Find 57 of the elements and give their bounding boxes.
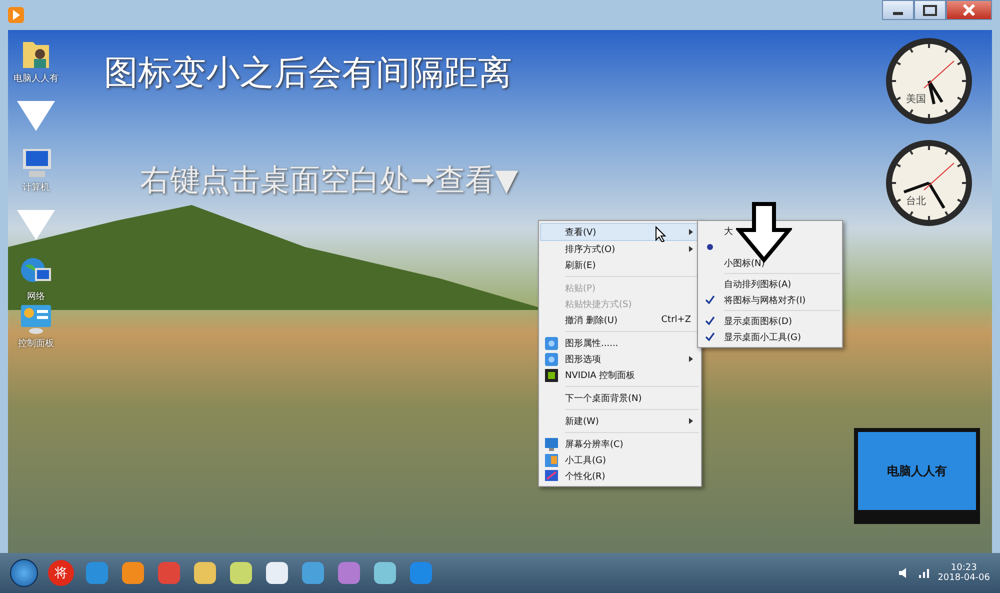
- desktop-icon-label[interactable]: 电脑人人有: [14, 72, 58, 85]
- app-icon[interactable]: [372, 560, 398, 586]
- submenu-item[interactable]: 自动排列图标(A): [700, 276, 840, 292]
- close-icon: [962, 4, 976, 16]
- menu-item[interactable]: 刷新(E): [541, 257, 699, 273]
- mouse-cursor-icon: [655, 226, 666, 242]
- graphics-icon: [544, 352, 558, 366]
- clock-city-label: 美国: [906, 92, 926, 106]
- clock-city-label: 台北: [906, 194, 926, 208]
- personalize-icon: [544, 470, 558, 482]
- submenu-arrow-icon: [689, 229, 693, 235]
- submenu-arrow-icon: [689, 418, 693, 424]
- submenu-item[interactable]: 将图标与网格对齐(I): [700, 292, 840, 308]
- check-icon: [705, 295, 715, 305]
- app-icon[interactable]: [264, 560, 290, 586]
- taskbar-app-button[interactable]: 将: [48, 560, 74, 586]
- caption-text: 图标变小之后会有间隔距离: [104, 52, 512, 95]
- radio-dot-icon: [707, 244, 713, 250]
- down-triangle-icon: [17, 101, 55, 131]
- submenu-arrow-icon: [689, 246, 693, 252]
- app-icon[interactable]: [120, 560, 146, 586]
- app-icon[interactable]: [192, 560, 218, 586]
- clock-date[interactable]: 2018-04-06: [938, 573, 990, 583]
- menu-item[interactable]: 图形选项: [541, 351, 699, 367]
- submenu-arrow-icon: [689, 356, 693, 362]
- desktop-icon-label[interactable]: 网络: [27, 290, 45, 303]
- menu-item[interactable]: 小工具(G): [541, 452, 699, 468]
- app-icon[interactable]: [300, 560, 326, 586]
- signal-icon[interactable]: [918, 567, 932, 579]
- close-button[interactable]: [946, 0, 992, 20]
- control-panel-icon[interactable]: [19, 303, 53, 335]
- submenu-item[interactable]: 大: [700, 223, 840, 239]
- menu-item[interactable]: 查看(V): [540, 223, 700, 241]
- menu-item[interactable]: 下一个桌面背景(N): [541, 390, 699, 406]
- menu-item[interactable]: 图形属性......: [541, 335, 699, 351]
- graphics-icon: [544, 336, 558, 350]
- nvidia-icon: [544, 368, 558, 382]
- logo-text: 电脑人人有: [887, 462, 947, 480]
- app-icon[interactable]: [228, 560, 254, 586]
- menu-item[interactable]: NVIDIA 控制面板: [541, 367, 699, 383]
- monitor-icon: [544, 438, 558, 450]
- menu-item[interactable]: 屏幕分辨率(C): [541, 436, 699, 452]
- down-triangle-icon: [17, 210, 55, 240]
- start-button[interactable]: [10, 559, 38, 587]
- submenu-item[interactable]: 显示桌面小工具(G): [700, 329, 840, 345]
- submenu-item[interactable]: 显示桌面图标(D): [700, 313, 840, 329]
- clock-face-icon: [884, 138, 974, 228]
- minimize-button[interactable]: [882, 0, 914, 20]
- menu-item[interactable]: 新建(W): [541, 413, 699, 429]
- menu-item[interactable]: 撤消 删除(U) Ctrl+Z: [541, 312, 699, 328]
- gadget-icon: [544, 454, 558, 466]
- maximize-button[interactable]: [914, 0, 946, 20]
- menu-item[interactable]: 个性化(R): [541, 468, 699, 484]
- clock-face-icon: [884, 36, 974, 126]
- clock-time[interactable]: 10:23: [950, 563, 977, 573]
- menu-item[interactable]: 排序方式(O): [541, 241, 699, 257]
- caption-text: 右键点击桌面空白处➞查看▼: [140, 162, 518, 200]
